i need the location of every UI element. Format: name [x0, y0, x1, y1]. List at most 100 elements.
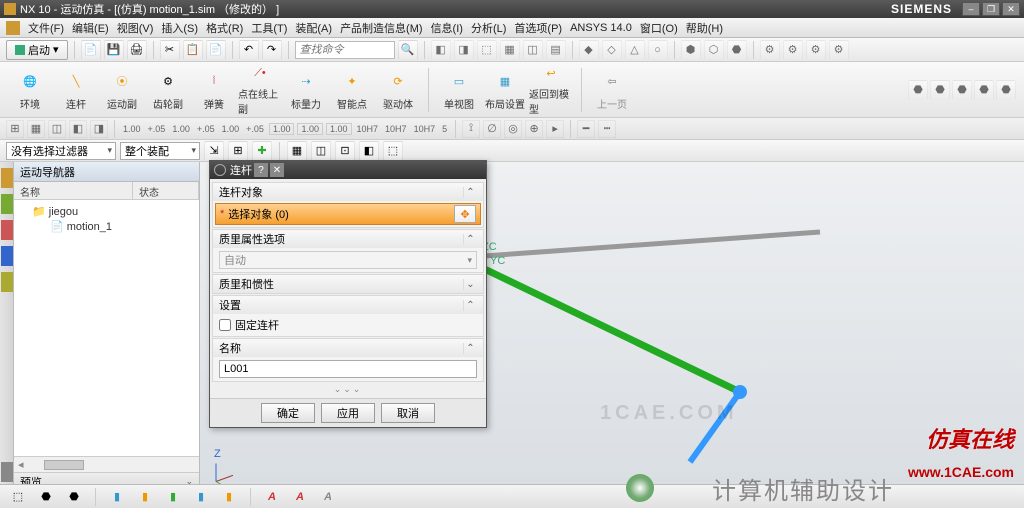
sb-icon[interactable]: ▮ [163, 488, 183, 506]
redo-icon[interactable]: ↷ [262, 40, 282, 60]
menu-format[interactable]: 格式(R) [202, 18, 247, 38]
select-objects-row[interactable]: * 选择对象 (0) ✥ [215, 203, 481, 225]
misc-icon[interactable]: ∅ [483, 120, 501, 138]
tool-icon[interactable]: ◆ [579, 40, 599, 60]
scope-combo[interactable]: 整个装配 [120, 142, 200, 160]
misc-icon[interactable]: ┅ [598, 120, 616, 138]
ribbon-prevpage[interactable]: ⇦上一页 [590, 64, 634, 116]
app-menu-icon[interactable] [6, 21, 20, 35]
sb-icon[interactable]: ⬚ [8, 488, 28, 506]
filter-icon[interactable]: ◧ [359, 141, 379, 161]
filter-combo[interactable]: 没有选择过滤器 [6, 142, 116, 160]
filter-icon[interactable]: ⊞ [228, 141, 248, 161]
rail-misc-icon[interactable] [1, 462, 13, 482]
paste-icon[interactable]: 📄 [206, 40, 226, 60]
misc-icon[interactable]: ▸ [546, 120, 564, 138]
undo-icon[interactable]: ↶ [239, 40, 259, 60]
filter-icon[interactable]: ⊡ [335, 141, 355, 161]
ribbon-link[interactable]: ╲连杆 [54, 64, 98, 116]
tool-icon[interactable]: ◨ [454, 40, 474, 60]
tool-icon[interactable]: ▤ [546, 40, 566, 60]
solid-icon[interactable]: ⬣ [974, 80, 994, 100]
sb-icon[interactable]: ▮ [219, 488, 239, 506]
save-icon[interactable]: 🖨 [127, 40, 147, 60]
menu-help[interactable]: 帮助(H) [682, 18, 727, 38]
ribbon-gear[interactable]: ⚙齿轮副 [146, 64, 190, 116]
misc-icon[interactable]: ⟟ [462, 120, 480, 138]
filter-icon[interactable]: ⇲ [204, 141, 224, 161]
solid-icon[interactable]: ⬣ [908, 80, 928, 100]
solid-icon[interactable]: ⬣ [952, 80, 972, 100]
ribbon-env[interactable]: 🌐环境 [8, 64, 52, 116]
solid-icon[interactable]: ⬣ [930, 80, 950, 100]
maximize-button[interactable]: ❐ [982, 2, 1000, 16]
snap-icon[interactable]: ◫ [48, 120, 66, 138]
fixed-link-checkbox[interactable] [219, 319, 231, 331]
menu-view[interactable]: 视图(V) [113, 18, 158, 38]
menu-info[interactable]: 信息(I) [427, 18, 467, 38]
sb-icon[interactable]: ⬣ [36, 488, 56, 506]
ribbon-driver[interactable]: ⟳驱动体 [376, 64, 420, 116]
rail-hist-icon[interactable] [1, 246, 13, 266]
copy-icon[interactable]: 📋 [183, 40, 203, 60]
rail-asm-icon[interactable] [1, 220, 13, 240]
tool-icon[interactable]: ◧ [431, 40, 451, 60]
ribbon-smartpt[interactable]: ✦智能点 [330, 64, 374, 116]
tree-root[interactable]: 📁 jiegou [20, 204, 193, 219]
pick-icon[interactable]: ✥ [454, 205, 476, 223]
menu-file[interactable]: 文件(F) [24, 18, 68, 38]
cancel-button[interactable]: 取消 [381, 403, 435, 423]
ok-button[interactable]: 确定 [261, 403, 315, 423]
menu-tools[interactable]: 工具(T) [247, 18, 291, 38]
minimize-button[interactable]: – [962, 2, 980, 16]
sb-icon[interactable]: ▮ [191, 488, 211, 506]
apply-button[interactable]: 应用 [321, 403, 375, 423]
ribbon-pointcurve[interactable]: ⟋•点在线上副 [238, 64, 282, 116]
tool-icon[interactable]: ○ [648, 40, 668, 60]
tool-icon[interactable]: ⬚ [477, 40, 497, 60]
tool-icon[interactable]: △ [625, 40, 645, 60]
ribbon-singleview[interactable]: ▭单视图 [437, 64, 481, 116]
misc-icon[interactable]: ━ [577, 120, 595, 138]
tool-icon[interactable]: ⬣ [727, 40, 747, 60]
search-icon[interactable]: 🔍 [398, 40, 418, 60]
tool-icon[interactable]: ⚙ [806, 40, 826, 60]
menu-prefs[interactable]: 首选项(P) [510, 18, 566, 38]
cut-icon[interactable]: ✂ [160, 40, 180, 60]
rail-part-icon[interactable] [1, 194, 13, 214]
menu-insert[interactable]: 插入(S) [157, 18, 202, 38]
tool-icon[interactable]: ◇ [602, 40, 622, 60]
close-button[interactable]: ✕ [1002, 2, 1020, 16]
rail-nav-icon[interactable] [1, 168, 13, 188]
section-settings[interactable]: 设置⌃ [213, 296, 483, 314]
filter-icon[interactable]: ▦ [287, 141, 307, 161]
ribbon-return[interactable]: ↩返回到模型 [529, 64, 573, 116]
ribbon-spring[interactable]: ⦚弹簧 [192, 64, 236, 116]
tool-icon[interactable]: ▦ [500, 40, 520, 60]
filter-icon[interactable]: ⬚ [383, 141, 403, 161]
snap-icon[interactable]: ⊞ [6, 120, 24, 138]
sb-icon[interactable]: ▮ [135, 488, 155, 506]
col-name[interactable]: 名称 [14, 182, 133, 199]
tool-icon[interactable]: ⬡ [704, 40, 724, 60]
tool-icon[interactable]: ⚙ [783, 40, 803, 60]
open-icon[interactable]: 💾 [104, 40, 124, 60]
mass-combo[interactable]: 自动 [219, 251, 477, 269]
tool-icon[interactable]: ⚙ [829, 40, 849, 60]
command-search-input[interactable] [295, 41, 395, 59]
tool-icon[interactable]: ⚙ [760, 40, 780, 60]
sb-text-icon[interactable]: A [262, 488, 282, 506]
snap-icon[interactable]: ◨ [90, 120, 108, 138]
dialog-close-icon[interactable]: ✕ [270, 163, 284, 177]
sb-icon[interactable]: ⬣ [64, 488, 84, 506]
col-status[interactable]: 状态 [133, 182, 199, 199]
menu-pmi[interactable]: 产品制造信息(M) [336, 18, 427, 38]
new-icon[interactable]: 📄 [81, 40, 101, 60]
section-mass-options[interactable]: 质里属性选项⌃ [213, 230, 483, 248]
snap-icon[interactable]: ◧ [69, 120, 87, 138]
ribbon-layout[interactable]: ▦布局设置 [483, 64, 527, 116]
tool-icon[interactable]: ◫ [523, 40, 543, 60]
section-select-objects[interactable]: 连杆对象⌃ [213, 183, 483, 201]
misc-icon[interactable]: ⊕ [525, 120, 543, 138]
menu-window[interactable]: 窗口(O) [636, 18, 682, 38]
